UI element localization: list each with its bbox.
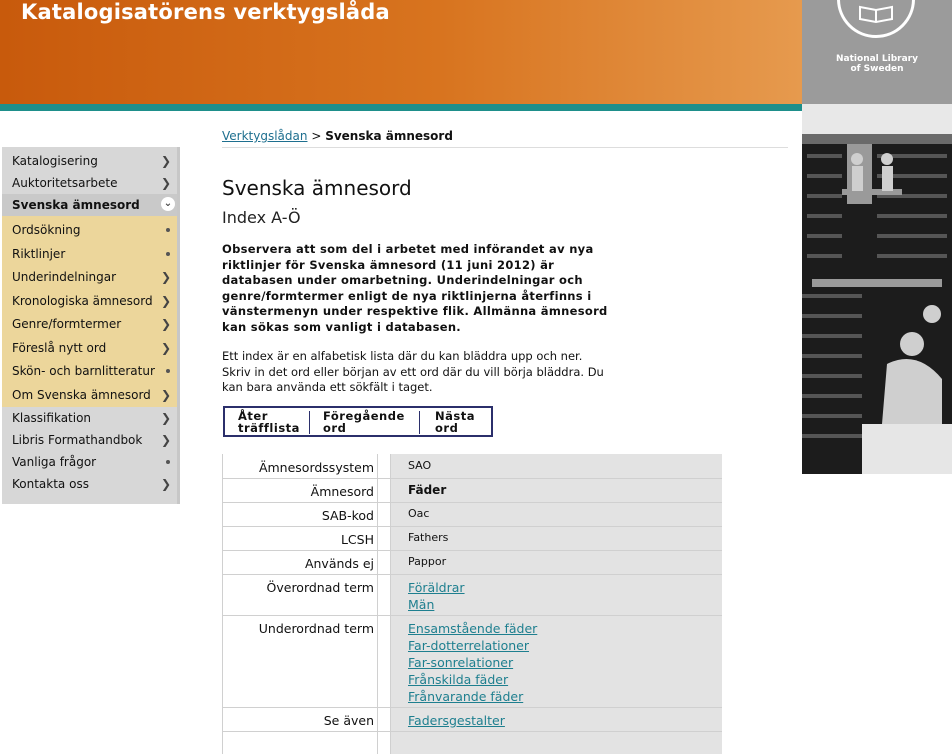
chevron-right-icon: ❯ [160,477,171,491]
book-icon [859,5,893,23]
sidebar-item-om-svenska-amnesord[interactable]: Om Svenska ämnesord ❯ [2,384,179,406]
sidebar-item-label: Skön- och barnlitteratur [12,364,155,378]
row-label: Används ej [304,556,374,571]
bullet-icon [166,228,170,232]
narrower-term-link[interactable]: Frånskilda fäder [408,671,537,688]
chevron-right-icon: ❯ [160,341,171,355]
breadcrumb-link-verktygsladan[interactable]: Verktygslådan [222,129,307,143]
chevron-right-icon: ❯ [160,317,171,331]
sidebar-item-skon-barnlitteratur[interactable]: Skön- och barnlitteratur [2,360,179,382]
row-value: Fäder [408,483,447,497]
previous-word-button[interactable]: Föregående ord [323,410,405,434]
breadcrumb-current: Svenska ämnesord [325,129,453,143]
narrower-term-link[interactable]: Far-dotterrelationer [408,637,537,654]
sidebar-item-kontakta-oss[interactable]: Kontakta oss ❯ [2,473,179,495]
sidebar-item-svenska-amnesord[interactable]: Svenska ämnesord ⌄ [2,194,179,216]
button-separator [309,411,310,434]
chevron-right-icon: ❯ [160,411,171,425]
breadcrumb-divider [222,147,788,148]
bullet-icon [166,369,170,373]
sidebar-item-label: Underindelningar [12,270,117,284]
site-header: Katalogisatörens verktygslåda [0,0,802,104]
breadcrumb-separator: > [311,129,322,143]
chevron-down-icon: ⌄ [161,197,175,211]
notice-text: Observera att som del i arbetet med infö… [222,242,608,334]
sidebar-item-libris-formathandbok[interactable]: Libris Formathandbok ❯ [2,429,179,451]
sidebar-item-label: Ordsökning [12,223,81,237]
row-label: Ämnesord [310,484,374,499]
sidebar-item-ordsokning[interactable]: Ordsökning [2,219,179,241]
prev-button-line-2: ord [323,421,347,435]
page-subtitle: Index A-Ö [222,208,301,227]
row-label: SAB-kod [321,508,374,523]
page-title: Svenska ämnesord [222,176,412,200]
row-label: Se även [323,713,374,728]
national-library-logo[interactable]: National Library of Sweden [802,0,952,104]
sidebar-item-auktoritetsarbete[interactable]: Auktoritetsarbete ❯ [2,172,179,194]
button-separator [419,411,420,434]
intro-text: Ett index är en alfabetisk lista där du … [222,349,604,395]
sidebar-item-underindelningar[interactable]: Underindelningar ❯ [2,266,179,288]
header-accent-bar [0,104,802,111]
row-value: Fadersgestalter [408,712,505,729]
sidebar-item-label: Föreslå nytt ord [12,341,107,355]
sidebar-item-kronologiska[interactable]: Kronologiska ämnesord ❯ [2,290,179,312]
narrower-term-link[interactable]: Frånvarande fäder [408,688,537,705]
subject-record-table: Ämnesordssystem SAO Ämnesord Fäder SAB-k… [222,454,722,754]
sidebar-item-katalogisering[interactable]: Katalogisering ❯ [2,150,179,172]
row-value: Fathers [408,531,449,544]
chevron-right-icon: ❯ [160,433,171,447]
see-also-link[interactable]: Fadersgestalter [408,712,505,729]
sidebar-divider [177,147,180,504]
sidebar-item-genre-formtermer[interactable]: Genre/formtermer ❯ [2,313,179,335]
sidebar-item-foresla-nytt-ord[interactable]: Föreslå nytt ord ❯ [2,337,179,359]
bullet-icon [166,460,170,464]
bullet-icon [166,252,170,256]
narrower-term-link[interactable]: Ensamstående fäder [408,620,537,637]
chevron-right-icon: ❯ [160,294,171,308]
row-value: Oac [408,507,430,520]
row-label: LCSH [340,532,374,547]
sidebar-item-label: Svenska ämnesord [12,198,140,212]
row-value: Pappor [408,555,447,568]
sidebar-item-label: Kronologiska ämnesord [12,294,153,308]
row-value: Föräldrar Män [408,579,465,613]
sidebar-item-riktlinjer[interactable]: Riktlinjer [2,243,179,265]
sidebar-item-label: Vanliga frågor [12,455,97,469]
navigation-buttons: Åter träfflista Föregående ord Nästa ord [223,406,493,437]
row-label: Överordnad term [266,580,374,595]
row-label: Ämnesordssystem [258,460,374,475]
sidebar-item-vanliga-fragor[interactable]: Vanliga frågor [2,451,179,473]
chevron-right-icon: ❯ [160,154,171,168]
broader-term-link[interactable]: Män [408,596,465,613]
narrower-term-link[interactable]: Far-sonrelationer [408,654,537,671]
sidebar-item-label: Libris Formathandbok [12,433,143,447]
library-seal-icon [837,0,915,38]
sidebar-nav: Katalogisering ❯ Auktoritetsarbete ❯ Sve… [2,147,179,504]
sidebar-item-label: Riktlinjer [12,247,66,261]
sidebar-item-label: Om Svenska ämnesord [12,388,151,402]
broader-term-link[interactable]: Föräldrar [408,579,465,596]
site-title[interactable]: Katalogisatörens verktygslåda [21,0,390,24]
row-value: SAO [408,459,432,472]
sidebar-item-label: Genre/formtermer [12,317,122,331]
logo-line-2: of Sweden [850,64,904,74]
back-button-line-2: träfflista [238,421,300,435]
sidebar-item-klassifikation[interactable]: Klassifikation ❯ [2,407,179,429]
row-label: Underordnad term [258,621,374,636]
breadcrumb: Verktygslådan > Svenska ämnesord [222,129,453,143]
chevron-right-icon: ❯ [160,270,171,284]
next-button-line-2: ord [435,421,459,435]
row-value: Ensamstående fäder Far-dotterrelationer … [408,620,537,705]
chevron-right-icon: ❯ [160,176,171,190]
sidebar-item-label: Klassifikation [12,411,92,425]
sidebar-item-label: Auktoritetsarbete [12,176,118,190]
back-to-results-button[interactable]: Åter träfflista [238,410,300,434]
library-photo [802,104,952,474]
sidebar-item-label: Katalogisering [12,154,98,168]
chevron-right-icon: ❯ [160,388,171,402]
next-word-button[interactable]: Nästa ord [435,410,475,434]
sidebar-item-label: Kontakta oss [12,477,89,491]
logo-line-1: National Library [836,54,918,64]
